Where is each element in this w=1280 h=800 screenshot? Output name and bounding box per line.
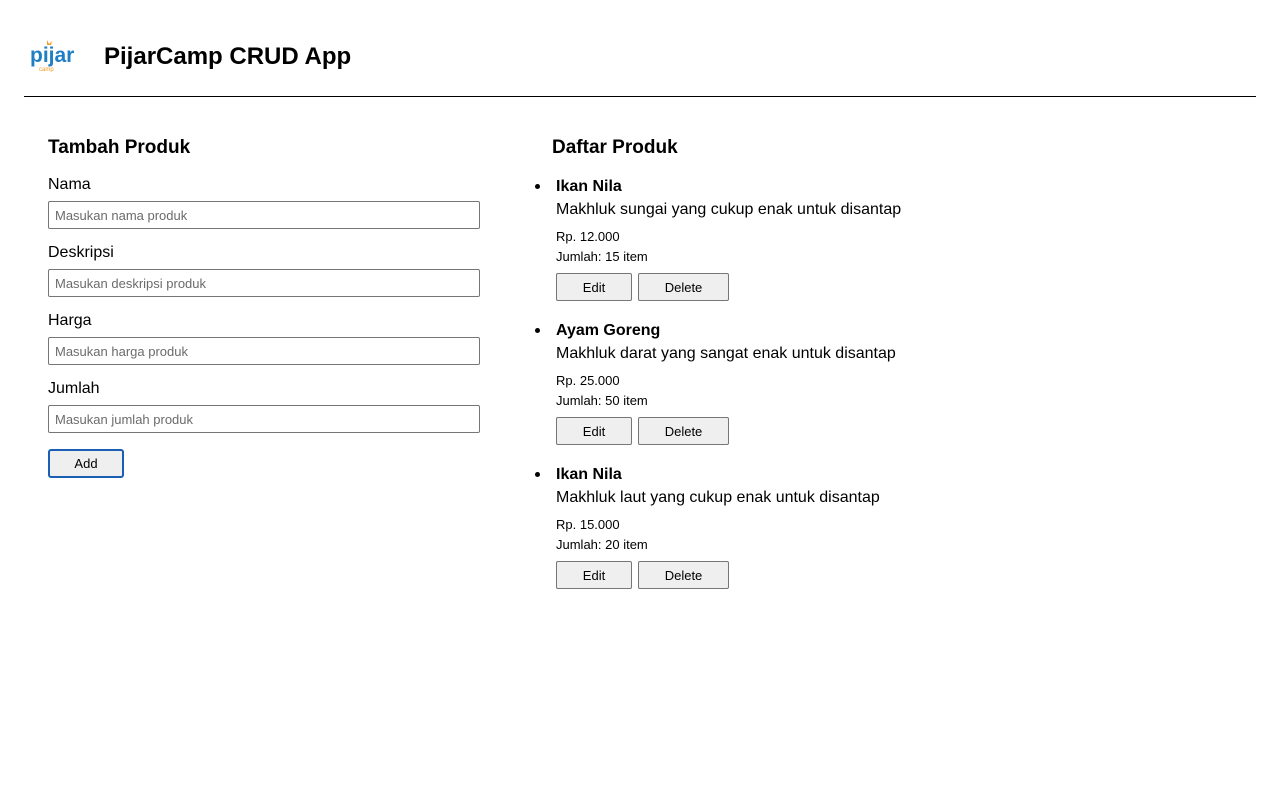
product-description: Makhluk laut yang cukup enak untuk disan… <box>556 489 880 506</box>
product-price: Rp. 15.000 <box>556 517 620 532</box>
product-name: Ayam Goreng <box>556 322 661 339</box>
bullet-icon <box>535 184 540 189</box>
form-title: Tambah Produk <box>48 137 191 158</box>
svg-text:pijar: pijar <box>30 44 74 67</box>
name-input[interactable] <box>48 201 480 229</box>
list-item: Ikan Nila Makhluk sungai yang cukup enak… <box>535 177 1232 301</box>
name-label: Nama <box>48 176 91 193</box>
product-quantity: Jumlah: 15 item <box>556 249 648 264</box>
pijarcamp-logo: pijar camp <box>30 40 74 72</box>
app-title: PijarCamp CRUD App <box>104 43 352 70</box>
app-header: pijar camp PijarCamp CRUD App <box>24 0 1256 97</box>
delete-button[interactable]: Delete <box>638 273 729 301</box>
list-item: Ayam Goreng Makhluk darat yang sangat en… <box>535 321 1232 445</box>
product-description: Makhluk sungai yang cukup enak untuk dis… <box>556 201 902 218</box>
description-input[interactable] <box>48 269 480 297</box>
quantity-input[interactable] <box>48 405 480 433</box>
product-list-panel: Daftar Produk Ikan Nila Makhluk sungai y… <box>535 136 1232 609</box>
bullet-icon <box>535 472 540 477</box>
product-name: Ikan Nila <box>556 178 622 195</box>
price-label: Harga <box>48 312 92 329</box>
bullet-icon <box>535 328 540 333</box>
product-actions: Edit Delete <box>556 561 1232 589</box>
add-product-form: Tambah Produk Nama Deskripsi Harga Jumla… <box>48 136 480 478</box>
product-quantity: Jumlah: 20 item <box>556 537 648 552</box>
list-item: Ikan Nila Makhluk laut yang cukup enak u… <box>535 465 1232 589</box>
description-field-group: Deskripsi <box>48 243 480 297</box>
product-actions: Edit Delete <box>556 273 1232 301</box>
product-quantity: Jumlah: 50 item <box>556 393 648 408</box>
svg-text:camp: camp <box>39 67 54 72</box>
list-title: Daftar Produk <box>552 137 678 158</box>
name-field-group: Nama <box>48 175 480 229</box>
edit-button[interactable]: Edit <box>556 417 632 445</box>
price-input[interactable] <box>48 337 480 365</box>
delete-button[interactable]: Delete <box>638 561 729 589</box>
product-list: Ikan Nila Makhluk sungai yang cukup enak… <box>535 177 1232 589</box>
edit-button[interactable]: Edit <box>556 561 632 589</box>
add-button[interactable]: Add <box>48 449 124 478</box>
product-actions: Edit Delete <box>556 417 1232 445</box>
price-field-group: Harga <box>48 311 480 365</box>
product-name: Ikan Nila <box>556 466 622 483</box>
delete-button[interactable]: Delete <box>638 417 729 445</box>
quantity-field-group: Jumlah <box>48 379 480 433</box>
product-description: Makhluk darat yang sangat enak untuk dis… <box>556 345 896 362</box>
description-label: Deskripsi <box>48 244 114 261</box>
edit-button[interactable]: Edit <box>556 273 632 301</box>
product-price: Rp. 12.000 <box>556 229 620 244</box>
product-price: Rp. 25.000 <box>556 373 620 388</box>
quantity-label: Jumlah <box>48 380 100 397</box>
